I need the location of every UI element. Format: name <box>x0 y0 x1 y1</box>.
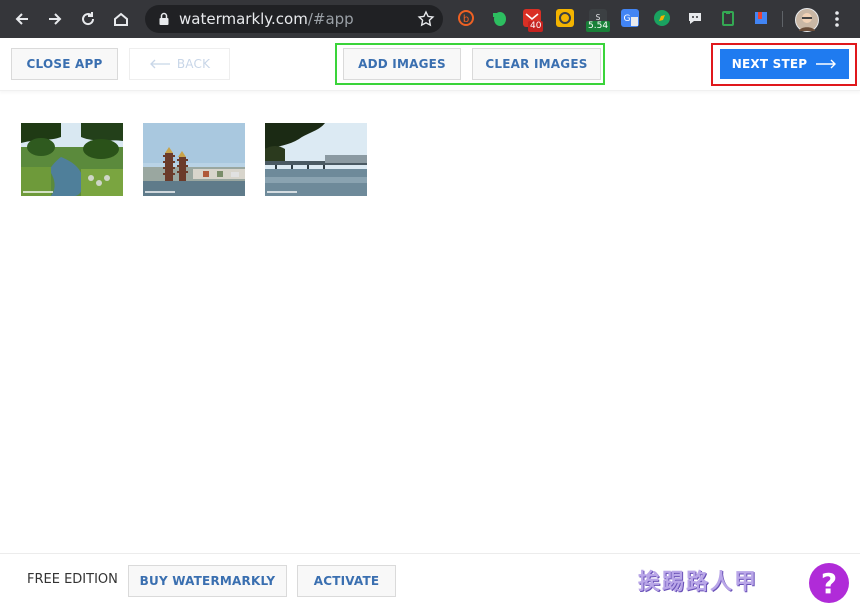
bookmark-star-icon[interactable] <box>417 10 435 28</box>
activate-button[interactable]: ACTIVATE <box>297 565 396 597</box>
compass-icon[interactable] <box>653 9 671 27</box>
chat-icon[interactable] <box>686 9 704 27</box>
clear-images-label: CLEAR IMAGES <box>485 57 588 71</box>
lock-icon <box>159 12 169 25</box>
bridge-lake-thumbnail[interactable] <box>265 123 367 196</box>
screenshot-icon[interactable] <box>556 9 574 27</box>
help-question-icon: ? <box>820 566 838 600</box>
evernote-icon[interactable] <box>490 9 508 27</box>
bitly-icon[interactable]: b <box>457 9 475 27</box>
app-toolbar: CLOSE APP BACK ADD IMAGES CLEAR IMAGES N… <box>0 38 860 91</box>
more-menu-icon[interactable] <box>830 9 844 29</box>
back-label: BACK <box>176 57 211 71</box>
reload-icon[interactable] <box>76 7 100 31</box>
clear-images-button[interactable]: CLEAR IMAGES <box>472 48 601 80</box>
address-bar[interactable]: watermarkly.com/#app <box>145 5 443 33</box>
add-images-label: ADD IMAGES <box>358 57 446 71</box>
watermarkly-app: CLOSE APP BACK ADD IMAGES CLEAR IMAGES N… <box>0 38 860 607</box>
browser-toolbar: watermarkly.com/#app b 40 S 5.54 G <box>0 0 860 38</box>
left-arrow-icon <box>149 59 170 69</box>
svg-text:b: b <box>463 14 469 25</box>
unread-badge: 40 <box>528 21 544 32</box>
add-images-button[interactable]: ADD IMAGES <box>343 48 461 80</box>
toolbar-divider <box>782 11 783 27</box>
right-arrow-icon <box>816 59 837 69</box>
google-translate-icon[interactable]: G <box>621 9 639 27</box>
close-app-button[interactable]: CLOSE APP <box>11 48 118 80</box>
forward-arrow-icon[interactable] <box>43 7 67 31</box>
url-text: watermarkly.com/#app <box>179 10 354 28</box>
activate-label: ACTIVATE <box>313 574 380 588</box>
bookmark-manager-icon[interactable] <box>752 9 770 27</box>
buy-watermarkly-button[interactable]: BUY WATERMARKLY <box>128 565 287 597</box>
edition-label: FREE EDITION <box>27 572 118 587</box>
author-watermark: 挨踢路人甲 <box>638 569 759 595</box>
timer-badge: 5.54 <box>586 21 611 32</box>
next-step-button[interactable]: NEXT STEP <box>720 49 849 79</box>
clipboard-icon[interactable] <box>719 9 737 27</box>
pagoda-lake-thumbnail[interactable] <box>143 123 245 196</box>
close-app-label: CLOSE APP <box>26 57 103 71</box>
back-button[interactable]: BACK <box>129 48 230 80</box>
park-pond-thumbnail[interactable] <box>21 123 123 196</box>
home-icon[interactable] <box>109 7 133 31</box>
back-arrow-icon[interactable] <box>10 7 34 31</box>
app-footer: FREE EDITION BUY WATERMARKLY ACTIVATE 挨踢… <box>0 553 860 607</box>
next-step-label: NEXT STEP <box>731 57 808 71</box>
buy-label: BUY WATERMARKLY <box>139 574 276 588</box>
profile-avatar[interactable] <box>795 8 819 32</box>
svg-text:G: G <box>624 14 631 24</box>
help-button[interactable]: ? <box>809 563 849 603</box>
